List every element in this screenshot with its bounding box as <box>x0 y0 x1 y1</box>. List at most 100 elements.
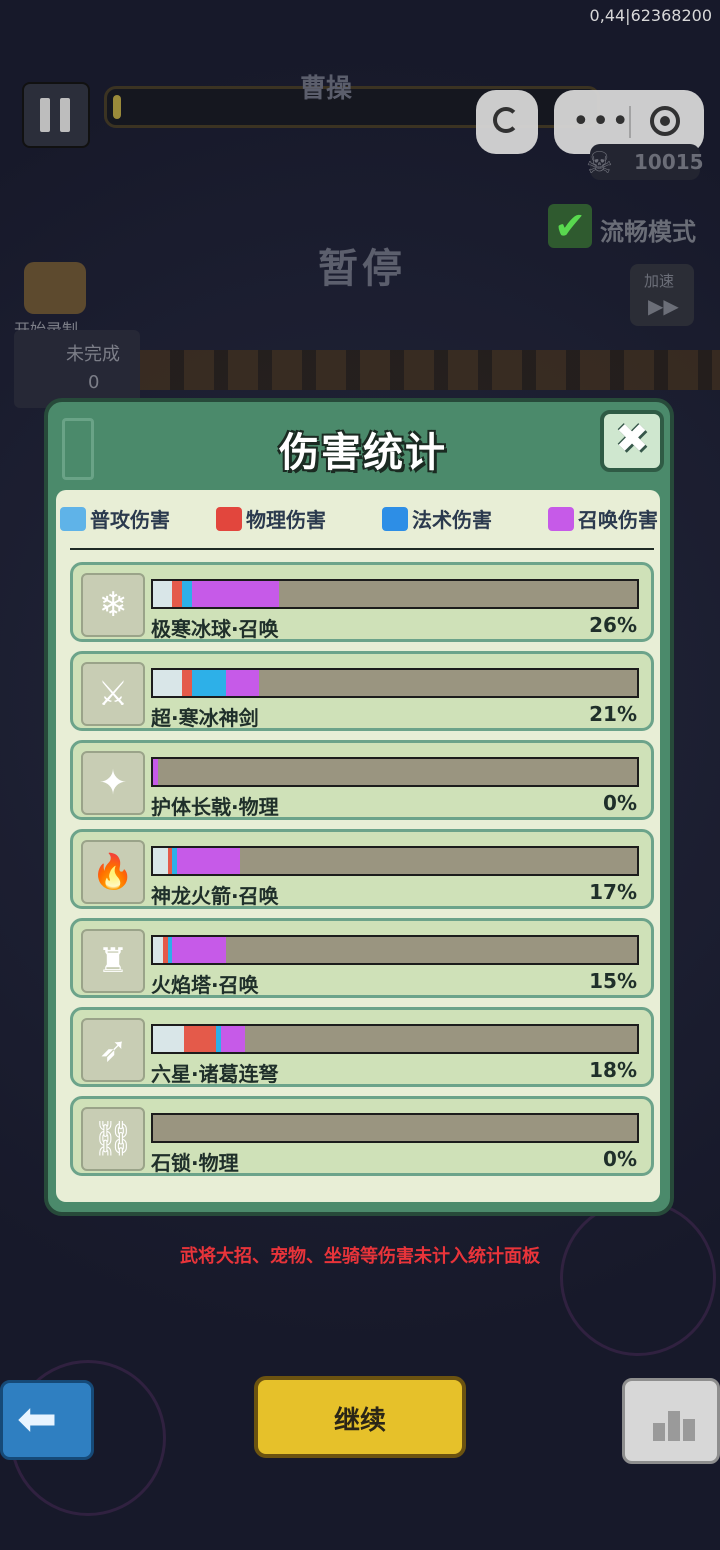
panel-title: 伤害统计 <box>279 430 447 476</box>
fast-forward-icon: ▶▶ <box>648 294 679 318</box>
damage-bar-segment <box>153 581 173 607</box>
boss-health-fill <box>113 95 121 119</box>
quest-panel[interactable]: 未完成 0 <box>14 330 140 408</box>
weapon-icon-box: ❄ <box>81 573 145 637</box>
boss-name: 曹操 <box>300 74 353 104</box>
podium-icon <box>653 1411 695 1441</box>
close-button[interactable]: ✖ <box>600 410 664 472</box>
damage-row: ⛓ 石锁·物理 0% <box>70 1096 654 1176</box>
damage-bar-segment <box>153 1026 185 1052</box>
weapon-name: 超·寒冰神剑 <box>151 706 259 730</box>
weapon-name: 石锁·物理 <box>151 1151 239 1175</box>
flame-icon <box>382 506 408 531</box>
close-app-icon[interactable] <box>650 106 680 136</box>
damage-bar-segment <box>172 581 183 607</box>
kill-count: 10015 <box>634 150 704 174</box>
stats-footnote: 武将大招、宠物、坐骑等伤害未计入统计面板 <box>180 1246 540 1267</box>
weapon-icon-box: ⚔ <box>81 662 145 726</box>
damage-row: ✦ 护体长戟·物理 0% <box>70 740 654 820</box>
damage-row: ♜ 火焰塔·召唤 15% <box>70 918 654 998</box>
damage-percent: 21% <box>589 702 637 726</box>
weapon-icon-box: ➶ <box>81 1018 145 1082</box>
damage-bar-segment <box>182 581 192 607</box>
pacman-icon <box>493 107 519 133</box>
damage-row: ➶ 六星·诸葛连弩 18% <box>70 1007 654 1087</box>
damage-bar-segment <box>184 1026 216 1052</box>
damage-bar-segment <box>177 848 241 874</box>
weapon-icon-box: ✦ <box>81 751 145 815</box>
ranking-button[interactable] <box>622 1378 720 1464</box>
damage-bar <box>151 668 639 698</box>
legend-divider <box>70 548 654 550</box>
smooth-mode-label: 流畅模式 <box>600 218 696 246</box>
debug-id: 0,44|62368200 <box>589 6 712 25</box>
kill-counter: ☠ 10015 <box>586 144 704 181</box>
damage-percent: 0% <box>603 791 637 815</box>
weapon-name: 极寒冰球·召唤 <box>151 617 279 641</box>
continue-button[interactable]: 继续 <box>254 1376 466 1458</box>
ice-sword-icon: ⚔ <box>97 674 129 714</box>
speed-label: 加速 <box>644 272 675 290</box>
legend-physical: 物理伤害 <box>216 504 326 533</box>
damage-bar <box>151 1113 639 1143</box>
camera-icon <box>24 262 86 314</box>
damage-row: ❄ 极寒冰球·召唤 26% <box>70 562 654 642</box>
damage-bar-segment <box>153 848 168 874</box>
damage-bar-segment <box>182 670 192 696</box>
quest-status: 未完成 <box>66 344 120 365</box>
damage-bar <box>151 935 639 965</box>
weapon-name: 六星·诸葛连弩 <box>151 1062 279 1086</box>
weapon-name: 护体长戟·物理 <box>151 795 279 819</box>
damage-bar-segment <box>153 670 183 696</box>
halberd-icon: ✦ <box>98 763 128 803</box>
back-arrow-icon: ⬅ <box>17 1391 58 1447</box>
paw-icon <box>548 506 574 531</box>
close-icon: ✖ <box>615 416 649 462</box>
mini-game-button[interactable] <box>476 90 538 154</box>
background-fence <box>140 350 720 390</box>
damage-bar-segment <box>220 1026 245 1052</box>
crossbow-icon: ➶ <box>98 1030 128 1070</box>
legend-summon: 召唤伤害 <box>548 504 658 533</box>
pause-button[interactable] <box>22 82 90 148</box>
flame-tower-icon: ♜ <box>97 941 129 981</box>
damage-percent: 17% <box>589 880 637 904</box>
damage-bar-segment <box>225 670 260 696</box>
background-orb <box>560 1200 716 1356</box>
damage-bar <box>151 846 639 876</box>
damage-bar-segment <box>172 937 226 963</box>
paused-title: 暂停 <box>318 246 406 292</box>
dragon-rocket-icon: 🔥 <box>91 852 135 892</box>
stats-content: 普攻伤害 物理伤害 法术伤害 召唤伤害 ❄ 极寒冰球·召唤 26% ⚔ 超·寒冰神剑 21… <box>56 490 660 1202</box>
damage-row: ⚔ 超·寒冰神剑 21% <box>70 651 654 731</box>
pause-icon <box>60 98 70 132</box>
weapon-icon-box: 🔥 <box>81 840 145 904</box>
legend-magic: 法术伤害 <box>382 504 492 533</box>
damage-percent: 15% <box>589 969 637 993</box>
speed-button[interactable]: 加速 ▶▶ <box>630 264 694 326</box>
skull-icon: ☠ <box>586 146 613 181</box>
quest-count: 0 <box>88 372 100 393</box>
legend-basic-attack: 普攻伤害 <box>60 504 170 533</box>
damage-bar-segment <box>191 670 226 696</box>
weapon-icon-box: ⛓ <box>81 1107 145 1171</box>
capsule-divider <box>629 106 631 138</box>
damage-bar <box>151 579 639 609</box>
damage-percent: 0% <box>603 1147 637 1171</box>
weapon-icon-box: ♜ <box>81 929 145 993</box>
sword-icon <box>60 506 86 531</box>
damage-bar <box>151 1024 639 1054</box>
damage-bar-segment <box>153 759 158 785</box>
damage-bar-segment <box>153 937 163 963</box>
more-icon[interactable]: ••• <box>572 104 631 139</box>
continue-label: 继续 <box>333 1406 386 1436</box>
weapon-name: 火焰塔·召唤 <box>151 973 259 997</box>
damage-stats-panel: 伤害统计 ✖ 普攻伤害 物理伤害 法术伤害 召唤伤害 ❄ 极寒冰球·召唤 26% ⚔ 超… <box>44 398 674 1216</box>
check-icon: ✔ <box>548 204 592 248</box>
weapon-name: 神龙火箭·召唤 <box>151 884 279 908</box>
ice-orb-icon: ❄ <box>98 585 128 625</box>
damage-percent: 26% <box>589 613 637 637</box>
damage-bar <box>151 757 639 787</box>
back-button[interactable]: ⬅ <box>0 1380 94 1460</box>
damage-bar-segment <box>191 581 279 607</box>
